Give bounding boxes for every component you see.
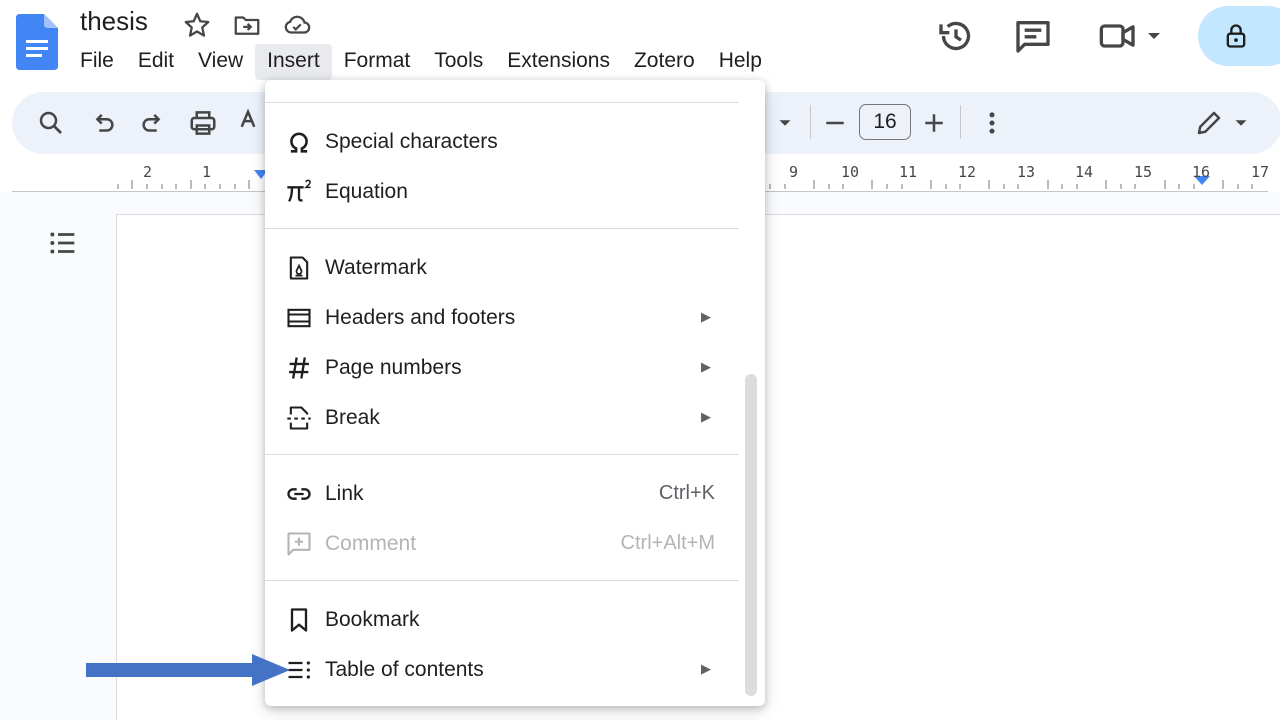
font-dropdown-arrow-icon[interactable]	[774, 112, 796, 134]
meet-video-icon[interactable]	[1098, 16, 1138, 56]
menu-extensions[interactable]: Extensions	[495, 44, 622, 80]
menu-item-special-characters[interactable]: Special characters	[265, 120, 739, 164]
menu-separator	[265, 580, 739, 581]
document-outline-icon[interactable]	[46, 226, 80, 260]
menu-item-link[interactable]: Link Ctrl+K	[265, 472, 739, 516]
undo-icon[interactable]	[88, 108, 118, 138]
editing-mode-pencil-icon[interactable]	[1194, 108, 1224, 138]
print-icon[interactable]	[188, 108, 218, 138]
menu-bar: File Edit View Insert Format Tools Exten…	[68, 44, 774, 80]
bookmark-icon	[290, 608, 308, 632]
docs-logo-icon[interactable]	[16, 14, 58, 70]
menu-insert[interactable]: Insert	[255, 44, 332, 80]
pi-squared-icon	[287, 179, 311, 202]
omega-icon	[290, 132, 308, 153]
menu-item-bookmark[interactable]: Bookmark	[265, 598, 739, 642]
ruler-label: 10	[841, 163, 860, 181]
cloud-saved-icon[interactable]	[282, 10, 312, 40]
menu-tools[interactable]: Tools	[422, 44, 495, 80]
header-footer-icon	[287, 308, 311, 328]
menu-help[interactable]: Help	[707, 44, 774, 80]
menu-item-headers-and-footers[interactable]: Headers and footers ▶	[265, 296, 739, 340]
editing-mode-dropdown-icon[interactable]	[1230, 112, 1252, 134]
menu-item-table-of-contents[interactable]: Table of contents ▶	[265, 648, 739, 692]
ruler-label: 1	[202, 163, 212, 181]
lock-icon	[1226, 24, 1246, 48]
menu-item-watermark[interactable]: Watermark	[265, 246, 739, 290]
menu-item-break[interactable]: Break ▶	[265, 396, 739, 440]
menu-scrollbar[interactable]	[745, 374, 757, 696]
watermark-icon	[289, 256, 309, 280]
chevron-down-icon[interactable]	[1142, 18, 1166, 54]
menu-edit[interactable]: Edit	[126, 44, 186, 80]
decrease-font-size-icon[interactable]	[820, 108, 850, 138]
ruler-label: 16	[1192, 163, 1211, 181]
share-button[interactable]	[1198, 6, 1280, 66]
ruler-label: 13	[1017, 163, 1036, 181]
ruler-label: 9	[789, 163, 799, 181]
ruler-label: 2	[143, 163, 153, 181]
link-icon	[287, 488, 311, 500]
menu-item-page-numbers[interactable]: Page numbers ▶	[265, 346, 739, 390]
submenu-arrow-icon: ▶	[701, 309, 711, 324]
comment-add-icon	[287, 532, 311, 556]
submenu-arrow-icon: ▶	[701, 409, 711, 424]
menu-view[interactable]: View	[186, 44, 255, 80]
annotation-arrow-icon	[86, 654, 290, 686]
menu-file[interactable]: File	[68, 44, 126, 80]
redo-icon[interactable]	[138, 108, 168, 138]
menu-zotero[interactable]: Zotero	[622, 44, 707, 80]
star-icon[interactable]	[182, 10, 212, 40]
more-options-icon[interactable]	[977, 108, 1007, 138]
menu-separator	[265, 228, 739, 229]
ruler-label: 11	[899, 163, 918, 181]
toolbar-separator	[810, 105, 811, 139]
comments-icon[interactable]	[1013, 16, 1053, 56]
version-history-icon[interactable]	[936, 16, 976, 56]
menu-item-comment: Comment Ctrl+Alt+M	[265, 522, 739, 566]
font-size-input[interactable]: 16	[859, 104, 911, 140]
ruler-label: 15	[1134, 163, 1153, 181]
submenu-arrow-icon: ▶	[701, 661, 711, 676]
spellcheck-icon[interactable]	[238, 108, 268, 138]
search-menus-icon[interactable]	[36, 108, 66, 138]
ruler-label: 14	[1075, 163, 1094, 181]
shortcut-hint: Ctrl+Alt+M	[620, 532, 715, 554]
ruler-label: 12	[958, 163, 977, 181]
hash-icon	[289, 357, 309, 379]
shortcut-hint: Ctrl+K	[658, 482, 715, 504]
menu-item-equation[interactable]: Equation	[265, 170, 739, 214]
move-folder-icon[interactable]	[232, 10, 262, 40]
submenu-arrow-icon: ▶	[701, 359, 711, 374]
menu-format[interactable]: Format	[332, 44, 423, 80]
break-icon	[287, 406, 311, 430]
increase-font-size-icon[interactable]	[919, 108, 949, 138]
document-title[interactable]: thesis	[80, 6, 148, 37]
ruler-label: 17	[1251, 163, 1270, 181]
insert-menu-dropdown: Special characters Equation Watermark He…	[265, 80, 765, 706]
menu-separator	[265, 102, 739, 103]
menu-separator	[265, 454, 739, 455]
toolbar-separator	[960, 105, 961, 139]
